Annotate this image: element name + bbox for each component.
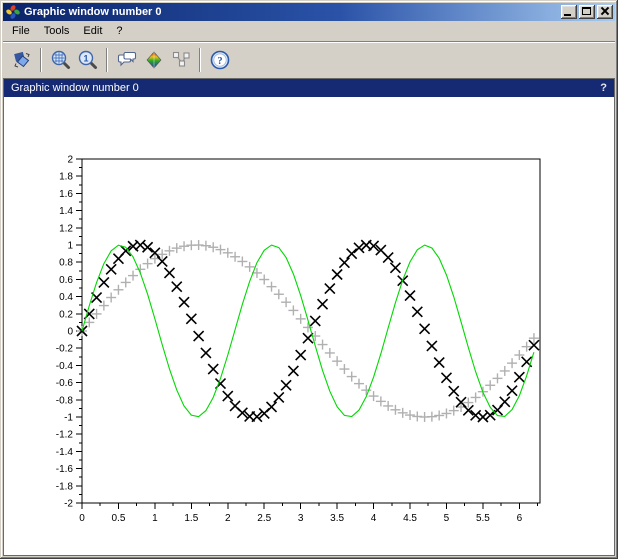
svg-text:-1.4: -1.4 [56, 447, 74, 458]
svg-text:1.5: 1.5 [184, 513, 198, 524]
svg-text:0.5: 0.5 [111, 513, 125, 524]
maximize-icon [582, 7, 591, 15]
zoom-area-button[interactable] [47, 46, 74, 73]
rotate-button[interactable] [8, 46, 35, 73]
svg-text:3: 3 [298, 513, 304, 524]
minimize-button[interactable] [561, 5, 577, 19]
polyline-nodes-icon [170, 49, 192, 71]
svg-text:1.4: 1.4 [59, 206, 73, 217]
menu-bar: File Tools Edit ? [3, 21, 615, 41]
svg-text:5: 5 [444, 513, 450, 524]
svg-text:4.5: 4.5 [403, 513, 417, 524]
menu-tools[interactable]: Tools [37, 23, 77, 39]
plot-canvas[interactable]: -2 -1.8 -1.6 -1.4 -1.2 -1 -0.8 -0.6 -0.4 -0.2 0 0.2… [4, 97, 614, 555]
svg-text:2.5: 2.5 [257, 513, 271, 524]
toolbar: 1 [3, 41, 615, 77]
svg-text:-1.6: -1.6 [56, 464, 74, 475]
menu-file[interactable]: File [5, 23, 37, 39]
original-view-icon: 1 [77, 49, 99, 71]
rotate-icon [11, 49, 33, 71]
zoom-area-icon [50, 49, 72, 71]
window-title: Graphic window number 0 [24, 6, 561, 18]
frame-title: Graphic window number 0 [11, 82, 600, 94]
svg-text:-1.2: -1.2 [56, 430, 74, 441]
original-view-glyph: 1 [83, 53, 88, 63]
svg-text:1.6: 1.6 [59, 189, 73, 200]
svg-text:-0.6: -0.6 [56, 378, 74, 389]
svg-text:0.8: 0.8 [59, 258, 73, 269]
menu-edit[interactable]: Edit [76, 23, 109, 39]
app-window: Graphic window number 0 File Tools Edit … [0, 0, 618, 559]
close-icon [600, 6, 608, 16]
window-controls [561, 5, 613, 19]
svg-text:-1: -1 [64, 413, 73, 424]
minimize-icon [564, 14, 571, 16]
title-bar: Graphic window number 0 [3, 3, 615, 21]
svg-text:0.4: 0.4 [59, 292, 73, 303]
close-button[interactable] [597, 5, 613, 19]
svg-text:-0.4: -0.4 [56, 361, 74, 372]
graphic-frame: Graphic window number 0 ? -2 -1.8 -1.6 -1.4… [3, 78, 615, 556]
help-icon: ? [209, 49, 231, 71]
svg-text:5.5: 5.5 [476, 513, 490, 524]
svg-text:1.2: 1.2 [59, 223, 73, 234]
svg-text:4: 4 [371, 513, 377, 524]
svg-text:2: 2 [225, 513, 231, 524]
svg-text:3.5: 3.5 [330, 513, 344, 524]
svg-text:-2: -2 [64, 499, 73, 510]
svg-text:1: 1 [67, 241, 73, 252]
svg-text:2: 2 [67, 155, 73, 166]
svg-text:0: 0 [79, 513, 85, 524]
maximize-button[interactable] [579, 5, 595, 19]
svg-text:-0.8: -0.8 [56, 395, 74, 406]
entity-picker-button[interactable] [167, 46, 194, 73]
svg-text:-1.8: -1.8 [56, 481, 74, 492]
help-glyph: ? [217, 56, 222, 67]
svg-text:0.2: 0.2 [59, 309, 73, 320]
dialogs-button[interactable] [113, 46, 140, 73]
original-view-button[interactable]: 1 [74, 46, 101, 73]
svg-text:6: 6 [517, 513, 523, 524]
svg-text:-0.2: -0.2 [56, 344, 74, 355]
speech-bubbles-icon [116, 49, 138, 71]
scilab-app-icon [6, 5, 20, 19]
frame-header: Graphic window number 0 ? [4, 79, 614, 97]
frame-help-button[interactable]: ? [600, 82, 607, 94]
colormap-button[interactable] [140, 46, 167, 73]
toolbar-separator [199, 48, 201, 72]
svg-text:0: 0 [67, 327, 73, 338]
svg-text:1.8: 1.8 [59, 172, 73, 183]
toolbar-separator [106, 48, 108, 72]
colormap-diamond-icon [143, 49, 165, 71]
menu-help[interactable]: ? [109, 23, 129, 39]
svg-text:0.6: 0.6 [59, 275, 73, 286]
help-button[interactable]: ? [206, 46, 233, 73]
toolbar-separator [40, 48, 42, 72]
plot-svg: -2 -1.8 -1.6 -1.4 -1.2 -1 -0.8 -0.6 -0.4 -0.2 0 0.2… [4, 97, 614, 555]
svg-text:1: 1 [152, 513, 158, 524]
